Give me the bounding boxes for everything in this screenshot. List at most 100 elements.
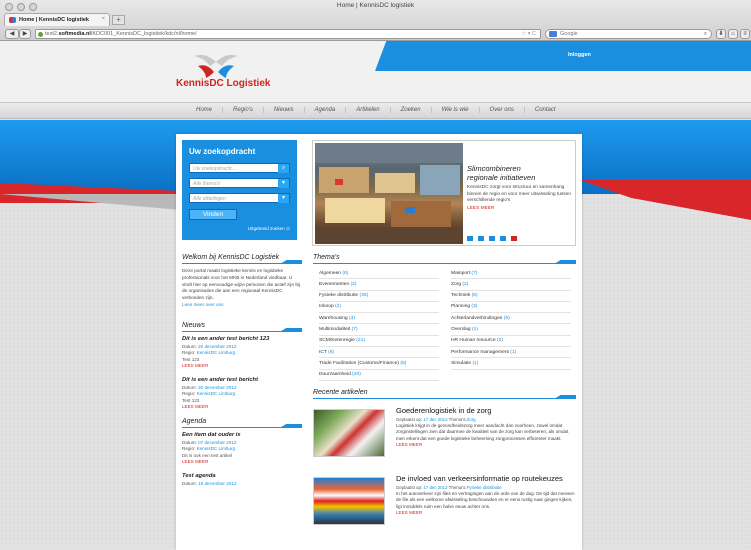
- theme-count: (2): [462, 281, 469, 287]
- menu-item[interactable]: Contact: [525, 107, 566, 113]
- theme-count: (8): [503, 315, 510, 321]
- article-date: 17 dec 2012: [423, 416, 448, 422]
- theme-name: Inkoop: [319, 304, 336, 310]
- menu-item[interactable]: Nieuws: [264, 107, 305, 113]
- download-icon[interactable]: ⬇: [716, 29, 726, 39]
- theme-item[interactable]: Warehousing (3): [319, 313, 439, 325]
- close-tab-icon[interactable]: ×: [102, 16, 105, 22]
- theme-name: Techniek: [451, 293, 472, 299]
- slider-title-line1: Slimcombineren: [467, 164, 521, 173]
- item-date: 07 december 2012: [198, 439, 237, 445]
- theme-item[interactable]: Fysieke distributie (35): [319, 291, 439, 302]
- read-more-link[interactable]: LEES MEER: [396, 510, 576, 515]
- theme-item[interactable]: SCM/Ketenregie (21): [319, 336, 439, 348]
- slider-read-more[interactable]: LEES MEER: [467, 206, 573, 211]
- home-icon[interactable]: ⌂: [728, 29, 738, 39]
- read-more-link[interactable]: LEES MEER: [396, 442, 576, 447]
- article-title[interactable]: De invloed van verkeersinformatie op rou…: [396, 474, 576, 483]
- chevron-down-icon[interactable]: ▾: [278, 194, 289, 203]
- theme-item[interactable]: Zorg (2): [451, 279, 571, 291]
- theme-count: (1): [472, 360, 479, 366]
- read-more-link[interactable]: LEES MEER: [182, 459, 208, 464]
- article-body: Goederenlogistiek in de zorg Geplaatst op…: [396, 406, 576, 448]
- menu-item[interactable]: Wie is wie: [432, 107, 480, 113]
- address-bar[interactable]: test2.softmedia.nl/KDC001_KennisDC_logis…: [35, 29, 541, 39]
- theme-item[interactable]: Algemeen (6): [319, 268, 439, 280]
- article-date: 17 dec 2012: [423, 484, 448, 490]
- item-title[interactable]: Dit is een ander test bericht 123: [182, 336, 302, 342]
- theme-item[interactable]: Trade Facilitation (Customs/Finance) (8): [319, 358, 439, 370]
- slide-dot[interactable]: [500, 236, 506, 241]
- search-box-title: Uw zoekopdracht: [189, 147, 256, 156]
- list-item: Dit is een ander test bericht Datum: 20 d…: [182, 377, 302, 411]
- theme-item[interactable]: Evenementen (2): [319, 279, 439, 291]
- menu-item[interactable]: Home: [186, 107, 224, 113]
- theme-name: Warehousing: [319, 315, 349, 321]
- item-meta: Datum: 18 december 2012: [182, 481, 302, 488]
- item-region[interactable]: KennisDC Limburg: [197, 446, 236, 451]
- article-title[interactable]: Goederenlogistiek in de zorg: [396, 406, 576, 415]
- menu-item[interactable]: Over ons: [480, 107, 525, 113]
- departments-select[interactable]: Alle afdelingen ▾: [189, 193, 290, 203]
- find-button[interactable]: Vinden: [189, 209, 237, 220]
- item-title[interactable]: Dit is een ander test bericht: [182, 377, 302, 383]
- url-prefix: test2.: [45, 31, 59, 37]
- article-thumbnail-traffic[interactable]: [313, 476, 385, 525]
- search-icon[interactable]: ⌕: [704, 30, 707, 38]
- menu-item[interactable]: Regio's: [223, 107, 264, 113]
- search-icon[interactable]: ⌕: [278, 164, 289, 173]
- departments-select-value: Alle afdelingen: [193, 196, 226, 202]
- articles-heading: Recente artikelen: [313, 389, 576, 399]
- theme-item[interactable]: Achterlandverbindingen (8): [451, 313, 571, 325]
- new-tab-button[interactable]: +: [112, 15, 125, 25]
- chevron-down-icon[interactable]: ▾: [278, 179, 289, 188]
- theme-name: Evenementen: [319, 281, 351, 287]
- browser-search-field[interactable]: Google ⌕: [545, 29, 712, 39]
- slide-dot-active[interactable]: [511, 236, 517, 241]
- about-link[interactable]: Lees meer over ons: [182, 302, 302, 309]
- browser-tab[interactable]: Home | KennisDC logistiek ×: [4, 13, 110, 26]
- article-theme[interactable]: Zorg: [467, 417, 476, 422]
- theme-item[interactable]: Planning (3): [451, 302, 571, 314]
- theme-count: (20): [352, 372, 361, 378]
- list-item: Een item dat ouder is Datum: 07 december …: [182, 432, 302, 466]
- article-thumbnail-pharmacy[interactable]: [313, 408, 385, 457]
- item-region[interactable]: KennisDC Limburg: [197, 391, 236, 396]
- theme-item[interactable]: Multimodaliteit (7): [319, 324, 439, 336]
- themes-heading: Thema's: [313, 254, 576, 264]
- forward-button[interactable]: ▶: [19, 29, 31, 39]
- back-button[interactable]: ◀: [5, 29, 19, 39]
- theme-item[interactable]: Duurzaamheid (20): [319, 370, 439, 381]
- read-more-link[interactable]: LEES MEER: [182, 404, 208, 409]
- menu-item[interactable]: Artikelen: [346, 107, 391, 113]
- item-title[interactable]: Een item dat ouder is: [182, 432, 302, 438]
- menu-item[interactable]: Zoeken: [391, 107, 432, 113]
- theme-item[interactable]: Performance management (1): [451, 347, 571, 359]
- theme-item[interactable]: Simulatie (1): [451, 358, 571, 370]
- menu-icon[interactable]: ≡: [740, 29, 750, 39]
- theme-item[interactable]: HR Human resource (2): [451, 336, 571, 348]
- slide-dot[interactable]: [478, 236, 484, 241]
- theme-item[interactable]: Techniek (5): [451, 291, 571, 302]
- theme-item[interactable]: Mainport (7): [451, 268, 571, 280]
- advanced-search-link[interactable]: Uitgebreid zoeken ⊙: [248, 226, 290, 232]
- item-title[interactable]: Test agenda: [182, 473, 302, 479]
- theme-name: Simulatie: [451, 360, 473, 366]
- slide-dot[interactable]: [467, 236, 473, 241]
- menu-item[interactable]: Agenda: [305, 107, 347, 113]
- themes-select[interactable]: Alle thema's ▾: [189, 178, 290, 188]
- theme-item[interactable]: ICT (6): [319, 347, 439, 359]
- item-region[interactable]: KennisDC Limburg: [197, 350, 236, 355]
- site-logo[interactable]: KennisDC Logistiek: [176, 52, 270, 102]
- theme-count: (2): [350, 281, 357, 287]
- slider-title: Slimcombineren regionale initiatieven: [467, 164, 573, 182]
- login-link[interactable]: Inloggen: [568, 52, 591, 58]
- bookmark-star-icon[interactable]: ☆ ▾ C: [521, 30, 536, 38]
- theme-item[interactable]: Inkoop (2): [319, 302, 439, 314]
- theme-item[interactable]: Overslag (1): [451, 324, 571, 336]
- article-theme[interactable]: Fysieke distributie: [467, 485, 502, 490]
- slide-dot[interactable]: [489, 236, 495, 241]
- theme-label: Thema's:: [448, 416, 467, 422]
- search-input[interactable]: Uw zoekopdracht... ⌕: [189, 163, 290, 173]
- read-more-link[interactable]: LEES MEER: [182, 363, 208, 368]
